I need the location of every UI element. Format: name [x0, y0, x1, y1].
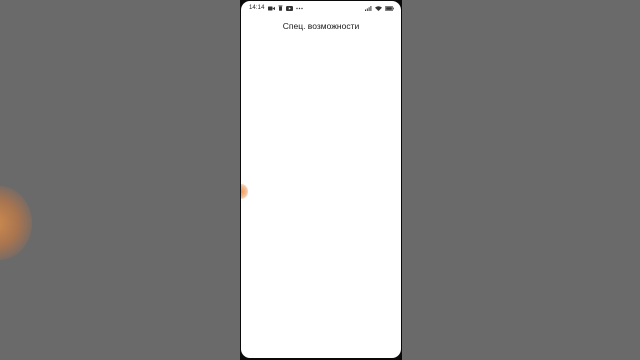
more-dots-icon	[295, 7, 303, 10]
phone-frame: 14:14 Спец. возможности	[240, 0, 402, 360]
battery-icon	[385, 5, 394, 11]
status-time: 14:14	[249, 5, 265, 11]
page-title: Спец. возможности	[282, 21, 360, 31]
status-left: 14:14	[249, 5, 303, 11]
trash-icon	[278, 5, 283, 11]
status-right	[365, 5, 394, 11]
video-call-icon	[267, 6, 275, 11]
youtube-icon	[285, 5, 293, 11]
video-frame: 14:14 Спец. возможности	[0, 0, 640, 360]
status-bar: 14:14	[241, 1, 401, 15]
wifi-icon	[375, 5, 382, 11]
blurred-side-right	[400, 0, 640, 360]
signal-icon	[365, 5, 372, 11]
touch-indicator	[241, 184, 248, 199]
phone-screen: 14:14 Спец. возможности	[241, 1, 401, 358]
blurred-side-left	[0, 0, 240, 360]
